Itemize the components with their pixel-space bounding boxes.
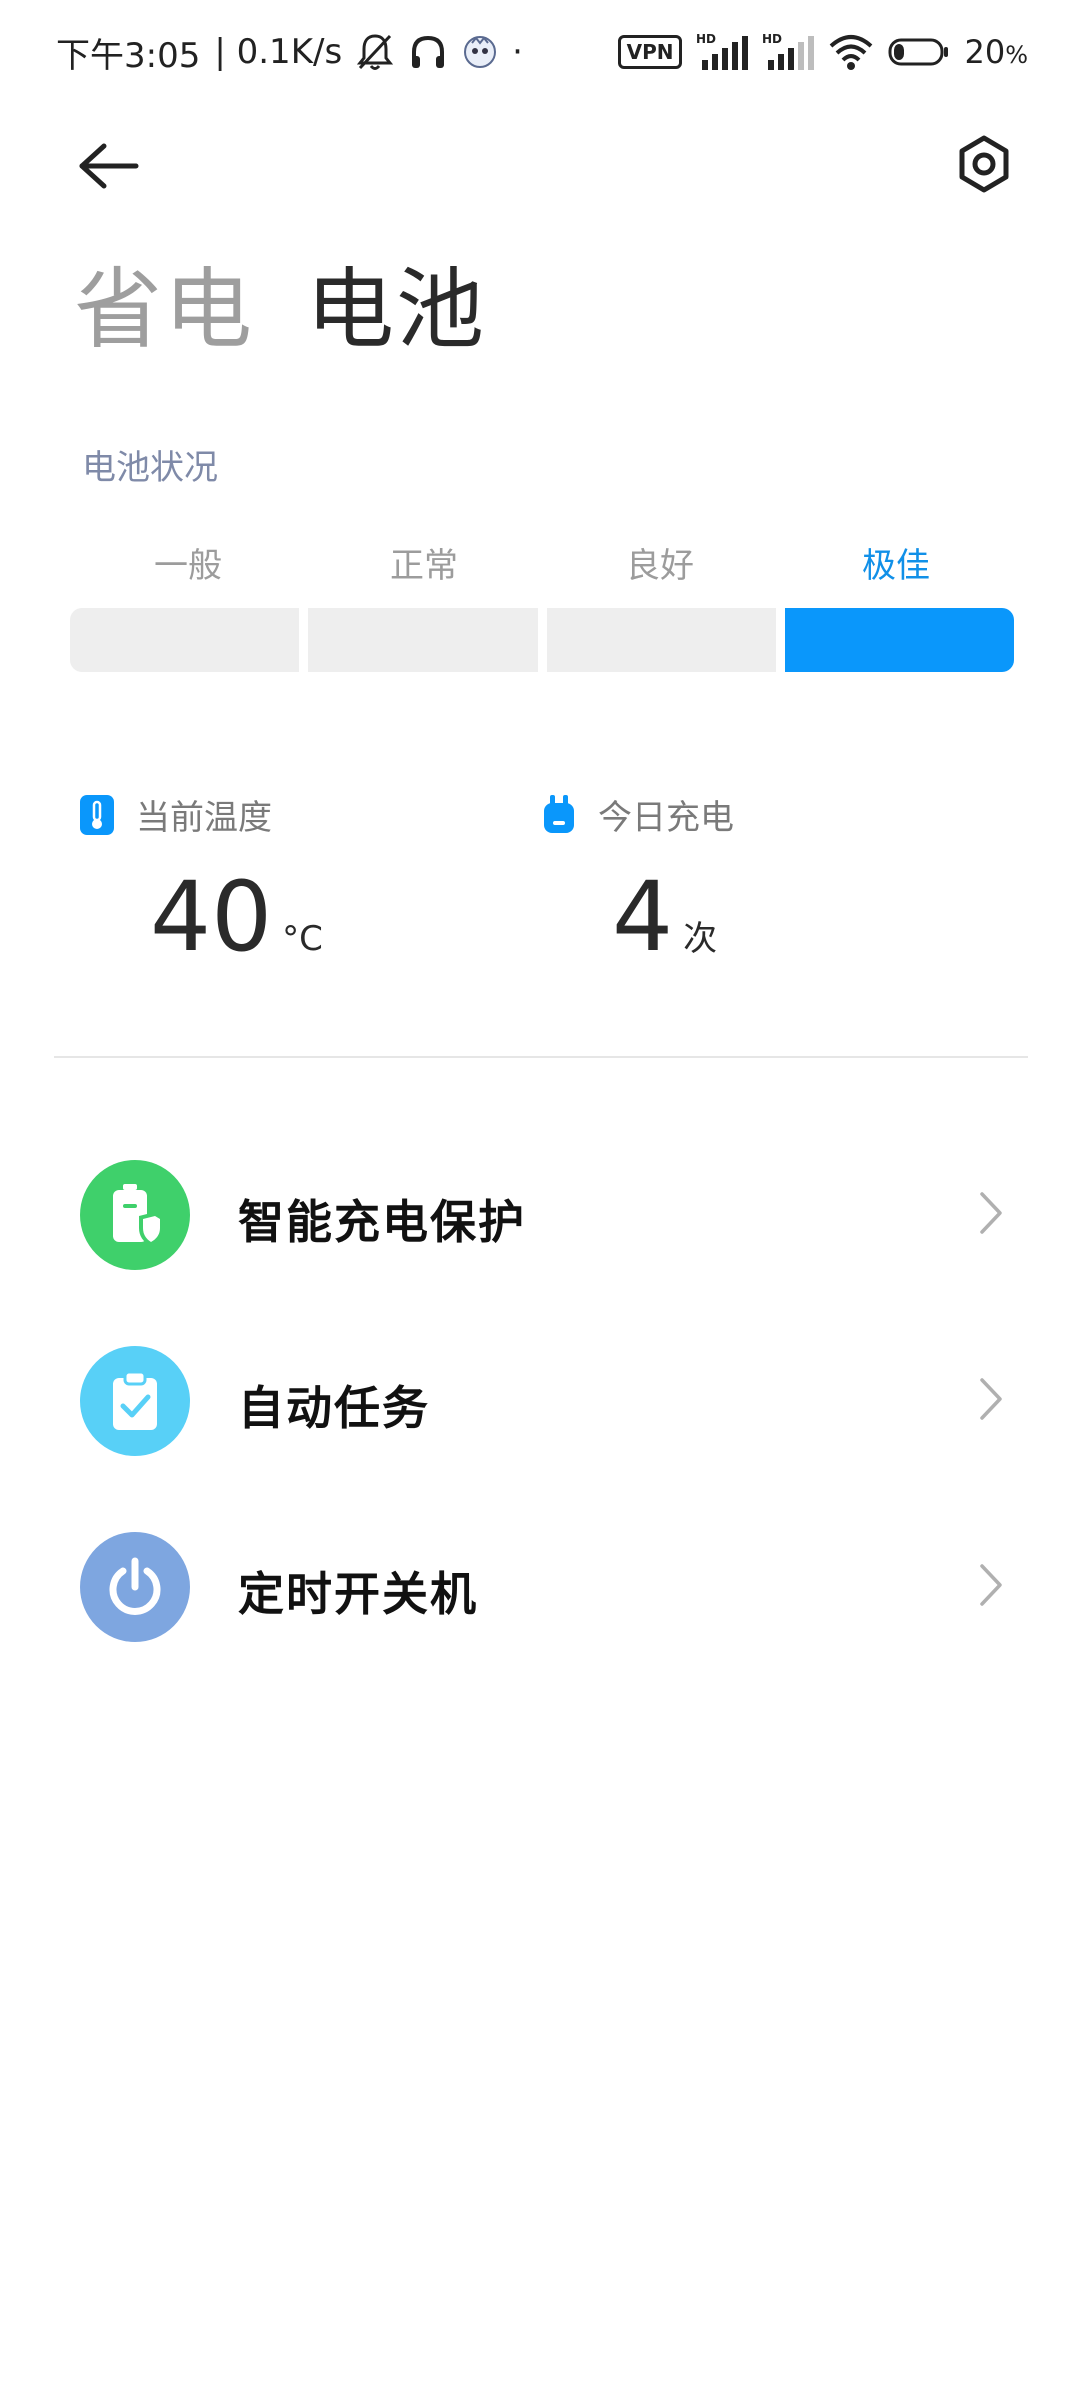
health-level-label-selected: 极佳 [862, 546, 930, 586]
settings-button[interactable] [944, 124, 1024, 204]
battery-health-labels: 一般 正常 良好 极佳 [70, 538, 1014, 587]
menu-item-scheduled-power[interactable]: 定时开关机 [0, 1514, 1080, 1664]
battery-status-title: 电池状况 [82, 448, 218, 488]
battery-screen: 下午3:05 | 0.1K/s · VPN HD HD 20% 省电 电池 电池… [0, 0, 1080, 2400]
health-segment [70, 608, 300, 672]
svg-text:HD: HD [762, 32, 782, 46]
battery-percent: 20% [964, 33, 1028, 71]
divider [54, 1056, 1028, 1058]
temperature-value: 40 [150, 861, 273, 973]
status-bar-right: VPN HD HD 20% [617, 24, 1028, 80]
menu-item-label: 自动任务 [238, 1381, 430, 1435]
top-tabs: 省电 电池 [74, 250, 486, 370]
vpn-badge: VPN [617, 35, 683, 69]
status-time: 下午3:05 [56, 35, 201, 76]
signal-hd-1-icon: HD [696, 32, 749, 72]
charges-today-value: 4 [612, 861, 674, 973]
charges-today-unit: 次 [683, 919, 718, 959]
health-level-label: 一般 [154, 546, 222, 586]
tab-battery[interactable]: 电池 [306, 250, 486, 370]
charges-today-stat: 今日充电 4 次 [542, 790, 734, 967]
health-level-label: 良好 [626, 546, 694, 586]
chevron-right-icon [980, 1564, 1002, 1606]
app-notification-icon [462, 34, 498, 70]
battery-shield-icon [80, 1160, 190, 1270]
headphones-icon [408, 32, 448, 72]
back-button[interactable] [70, 128, 146, 204]
health-segment [546, 608, 776, 672]
tab-power-saving[interactable]: 省电 [74, 250, 254, 370]
battery-health-bar [70, 608, 1014, 672]
chevron-right-icon [980, 1378, 1002, 1420]
charges-today-value-row: 4 次 [612, 867, 734, 967]
thermometer-icon [80, 794, 114, 835]
battery-percent-unit: % [1005, 41, 1028, 69]
menu-item-auto-tasks[interactable]: 自动任务 [0, 1328, 1080, 1478]
wifi-icon [828, 32, 874, 72]
health-segment-selected [784, 608, 1014, 672]
status-bar: 下午3:05 | 0.1K/s · VPN HD HD 20% [0, 0, 1080, 104]
health-level-label: 正常 [390, 546, 458, 586]
menu-item-label: 定时开关机 [238, 1567, 478, 1621]
back-arrow-icon [79, 143, 139, 189]
charges-today-header: 今日充电 [542, 790, 734, 839]
svg-text:HD: HD [696, 32, 716, 46]
temperature-unit: °C [282, 919, 323, 959]
chevron-right-icon [980, 1192, 1002, 1234]
clipboard-check-icon [80, 1346, 190, 1456]
menu-item-label: 智能充电保护 [238, 1195, 526, 1249]
mute-bell-icon [356, 32, 394, 72]
status-bar-left: 下午3:05 | 0.1K/s · [56, 24, 523, 80]
charges-today-label: 今日充电 [598, 798, 734, 838]
temperature-header: 当前温度 [80, 790, 323, 839]
menu-item-smart-charging[interactable]: 智能充电保护 [0, 1142, 1080, 1292]
temperature-value-row: 40 °C [150, 867, 323, 967]
status-dot: · [512, 32, 523, 72]
battery-percent-value: 20 [964, 33, 1006, 71]
battery-icon [888, 36, 950, 68]
temperature-stat: 当前温度 40 °C [80, 790, 323, 967]
status-net-speed: | 0.1K/s [214, 32, 343, 72]
health-segment [308, 608, 538, 672]
gear-icon [959, 135, 1009, 193]
temperature-label: 当前温度 [136, 798, 272, 838]
plug-icon [544, 794, 574, 833]
signal-hd-2-icon: HD [762, 32, 815, 72]
power-icon [80, 1532, 190, 1642]
